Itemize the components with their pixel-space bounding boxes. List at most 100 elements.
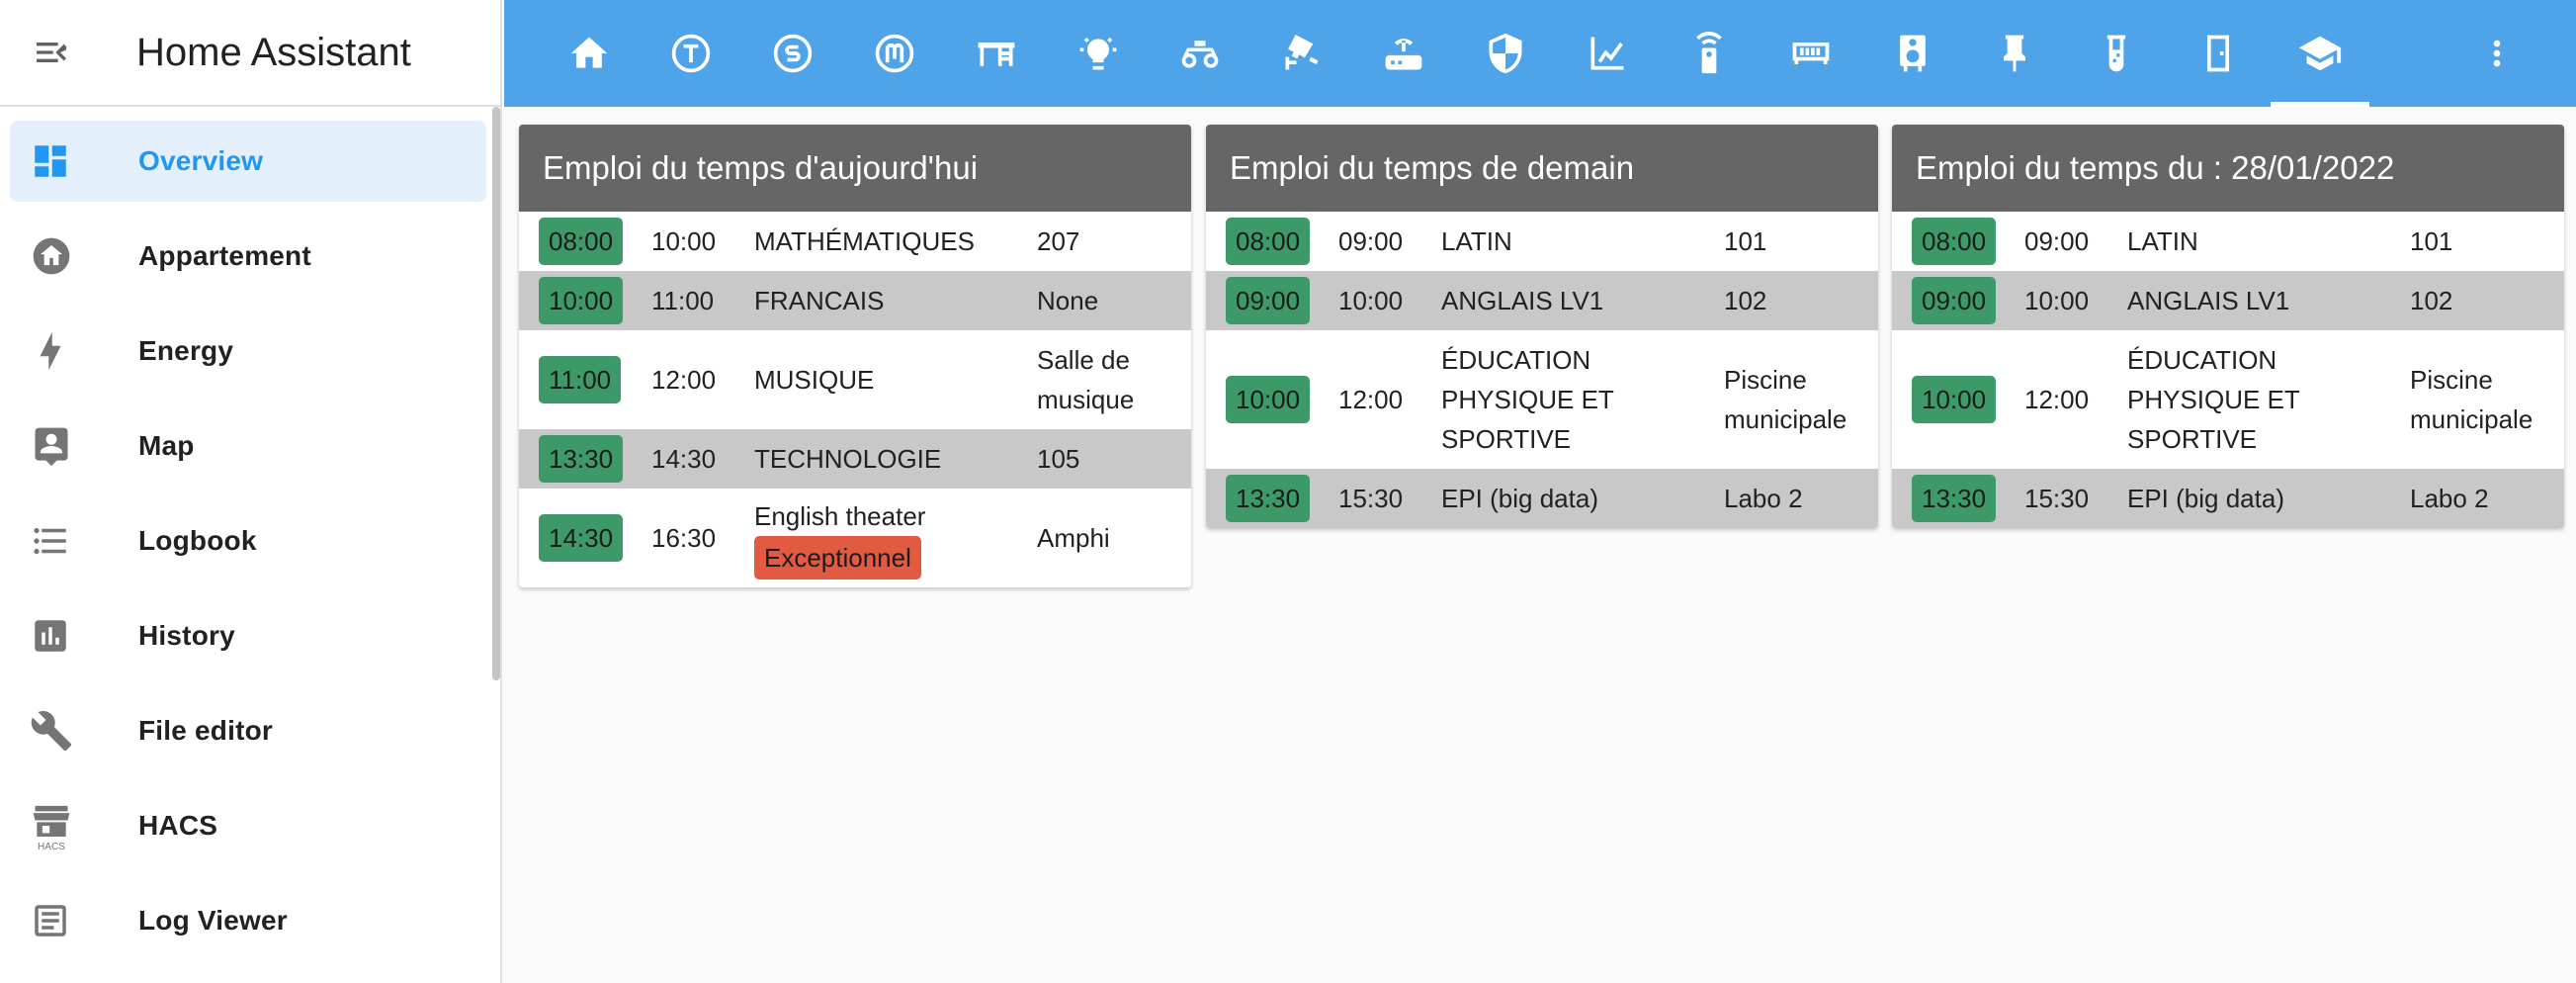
tab-memory[interactable] [1761, 0, 1860, 107]
sidebar-item-energy[interactable]: Energy [10, 311, 486, 392]
lightning-bolt-icon [10, 330, 93, 372]
remote-icon [1696, 32, 1722, 74]
sidebar-item-label: Energy [138, 335, 234, 366]
start-time-badge: 09:00 [1912, 277, 1997, 324]
room: Salle de musique [1037, 345, 1135, 414]
sidebar: Home Assistant Overview Appartement Ener… [0, 0, 502, 983]
speaker-icon [1900, 35, 1926, 72]
table-row: 13:30 15:30 EPI (big data) Labo 2 [1892, 469, 2564, 528]
subject: EPI (big data) [2127, 484, 2284, 513]
sidebar-item-label: History [138, 620, 235, 651]
sidebar-item-file-editor[interactable]: File editor [10, 690, 486, 771]
room: 101 [1724, 226, 1767, 256]
tab-security[interactable] [1456, 0, 1555, 107]
room: Piscine municipale [1724, 365, 1847, 434]
tab-graphs[interactable] [1558, 0, 1657, 107]
subject: EPI (big data) [1441, 484, 1598, 513]
table-row: 08:00 09:00 LATIN 101 [1892, 212, 2564, 271]
timetable-card-tomorrow: Emploi du temps de demain 08:00 09:00 LA… [1206, 125, 1878, 528]
svg-text:HACS: HACS [38, 842, 65, 851]
sidebar-item-label: Logbook [138, 525, 257, 556]
end-time: 09:00 [1338, 225, 1404, 256]
room: Amphi [1037, 523, 1110, 553]
subject-cell: English theater Exceptionnel [754, 496, 1037, 580]
timetable-card-date: Emploi du temps du : 28/01/2022 08:00 09… [1892, 125, 2564, 528]
end-time: 16:30 [651, 522, 717, 553]
test-tube-icon [2106, 35, 2126, 72]
end-time: 11:00 [651, 285, 715, 315]
start-time-badge: 13:30 [1912, 475, 1997, 522]
cctv-icon [1285, 35, 1319, 70]
tab-home[interactable] [540, 0, 639, 107]
start-time-badge: 10:00 [1226, 376, 1311, 423]
start-time-badge: 13:30 [1226, 475, 1311, 522]
end-time: 10:00 [1338, 285, 1404, 315]
room: Piscine municipale [2410, 365, 2533, 434]
pin-icon [2004, 35, 2025, 72]
subject: ÉDUCATION PHYSIQUE ET SPORTIVE [2127, 345, 2300, 454]
tab-school[interactable] [2271, 0, 2369, 107]
subject: LATIN [1441, 226, 1512, 256]
sidebar-item-label: HACS [138, 810, 218, 841]
sidebar-item-appartement[interactable]: Appartement [10, 216, 486, 297]
alpha-t-circle-icon [671, 34, 711, 73]
table-row: 11:00 12:00 MUSIQUE Salle de musique [519, 330, 1191, 429]
tab-cctv[interactable] [1252, 0, 1351, 107]
table-row: 08:00 09:00 LATIN 101 [1206, 212, 1878, 271]
tab-pin[interactable] [1965, 0, 2064, 107]
home-icon [570, 37, 608, 68]
app-title: Home Assistant [136, 30, 411, 74]
timetable-card-today: Emploi du temps d'aujourd'hui 08:00 10:0… [519, 125, 1191, 587]
room: None [1037, 286, 1099, 315]
sidebar-item-logbook[interactable]: Logbook [10, 500, 486, 581]
end-time: 14:30 [651, 443, 717, 474]
table-row: 09:00 10:00 ANGLAIS LV1 102 [1892, 271, 2564, 330]
sidebar-item-overview[interactable]: Overview [10, 121, 486, 202]
tab-door[interactable] [2169, 0, 2268, 107]
menu-collapse-button[interactable] [0, 0, 103, 106]
tab-m[interactable] [845, 0, 944, 107]
start-time-badge: 10:00 [1912, 376, 1997, 423]
start-time-badge: 09:00 [1226, 277, 1311, 324]
sidebar-item-hacs[interactable]: HACS HACS [10, 785, 486, 866]
sidebar-item-map[interactable]: Map [10, 405, 486, 487]
wrench-icon [10, 709, 93, 753]
end-time: 12:00 [2024, 384, 2090, 414]
card-title: Emploi du temps d'aujourd'hui [519, 125, 1191, 212]
home-circle-icon [10, 234, 93, 278]
format-list-bulleted-icon [10, 520, 93, 562]
tab-mower[interactable] [1151, 0, 1249, 107]
tab-desk[interactable] [947, 0, 1046, 107]
subject: TECHNOLOGIE [754, 444, 942, 474]
sidebar-scrollbar[interactable] [492, 107, 500, 680]
tab-remote[interactable] [1660, 0, 1759, 107]
sidebar-nav: Overview Appartement Energy Map Logbook [0, 107, 500, 961]
robot-mower-icon [1181, 41, 1219, 68]
subject: English theater [754, 501, 926, 531]
sidebar-item-log-viewer[interactable]: Log Viewer [10, 880, 486, 961]
alpha-s-circle-icon [773, 34, 813, 73]
desk-icon [978, 43, 1015, 66]
start-time-badge: 11:00 [539, 356, 622, 403]
router-icon [1385, 39, 1422, 70]
tab-t[interactable] [642, 0, 740, 107]
account-box-icon [10, 424, 93, 468]
overflow-menu-button[interactable] [2467, 24, 2527, 83]
tab-light[interactable] [1049, 0, 1148, 107]
door-icon [2207, 35, 2229, 72]
room: 102 [2410, 286, 2453, 315]
room: 101 [2410, 226, 2453, 256]
tab-test-tube[interactable] [2067, 0, 2166, 107]
table-row: 10:00 12:00 ÉDUCATION PHYSIQUE ET SPORTI… [1892, 330, 2564, 469]
sidebar-item-history[interactable]: History [10, 595, 486, 676]
school-icon [2298, 36, 2342, 71]
table-row: 14:30 16:30 English theater Exceptionnel… [519, 489, 1191, 587]
exception-badge: Exceptionnel [754, 536, 921, 580]
tab-speaker[interactable] [1863, 0, 1962, 107]
table-row: 09:00 10:00 ANGLAIS LV1 102 [1206, 271, 1878, 330]
subject: FRANCAIS [754, 286, 885, 315]
tab-s[interactable] [743, 0, 842, 107]
end-time: 10:00 [2024, 285, 2090, 315]
tab-router[interactable] [1354, 0, 1453, 107]
subject: MATHÉMATIQUES [754, 226, 975, 256]
